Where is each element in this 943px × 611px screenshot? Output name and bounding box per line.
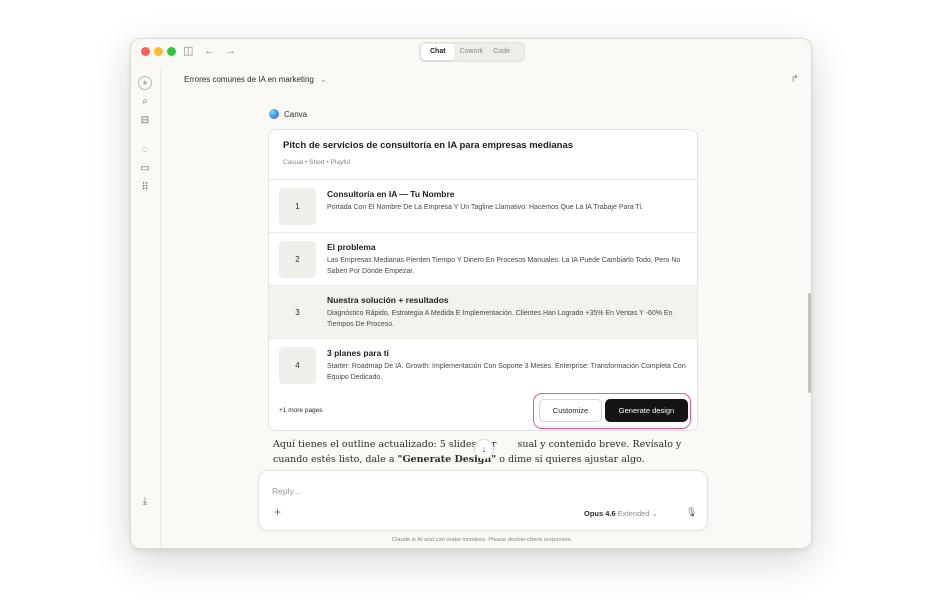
disclaimer: Claude is AI and can make mistakes. Plea… xyxy=(391,537,573,543)
tab-code[interactable]: Code xyxy=(488,44,515,60)
slide-description: Starter: Roadmap De IA. Growth: Implemen… xyxy=(327,363,686,381)
minimize-window-button[interactable] xyxy=(154,47,163,56)
model-selector[interactable]: Opus 4.6 Extended ⌄ xyxy=(584,509,658,518)
card-title: Pitch de servicios de consultoría en IA … xyxy=(283,140,574,151)
conversation-title[interactable]: Errores comunes de IA en marketing ⌄ xyxy=(184,75,327,84)
slide-number: 4 xyxy=(279,347,316,384)
card-header: Pitch de servicios de consultoría en IA … xyxy=(269,130,697,180)
forward-arrow-icon[interactable]: → xyxy=(225,44,236,58)
title-bar: ◫ ← → Chat Cowork Code xyxy=(131,39,811,67)
tool-name: Canva xyxy=(284,109,308,119)
slide-title: El problema xyxy=(327,242,376,252)
composer: Reply... + Opus 4.6 Extended ⌄ 🎙 xyxy=(258,470,708,531)
new-chat-icon[interactable]: + xyxy=(138,76,152,90)
design-outline-card: Pitch de servicios de consultoría en IA … xyxy=(268,129,698,431)
card-meta: Casual • Short • Playful xyxy=(283,159,351,166)
customize-button[interactable]: Customize xyxy=(539,399,602,422)
scroll-down-button[interactable]: ↓ xyxy=(474,439,494,459)
slide-item[interactable]: 2 El problema Las Empresas Medianas Pier… xyxy=(269,233,697,286)
message-text-1: Aquí tienes el outline actualizado: 5 sl… xyxy=(273,439,497,450)
briefcase-icon[interactable]: ⊟ xyxy=(138,114,152,128)
more-pages-label: +1 more pages xyxy=(279,407,323,414)
maximize-window-button[interactable] xyxy=(167,47,176,56)
chat-search-icon[interactable]: ◌ xyxy=(138,143,152,157)
slide-title: Nuestra solución + resultados xyxy=(327,295,449,305)
chevron-down-icon: ⌄ xyxy=(649,509,658,518)
model-name: Opus 4.6 xyxy=(584,509,616,518)
mode-switcher: Chat Cowork Code xyxy=(419,42,525,62)
slide-number: 1 xyxy=(279,188,316,225)
tab-cowork[interactable]: Cowork xyxy=(455,44,489,60)
canva-logo-icon xyxy=(269,109,279,119)
card-footer: +1 more pages Customize Generate design xyxy=(269,392,697,430)
slide-title: Consultoría en IA — Tu Nombre xyxy=(327,189,455,199)
apps-icon[interactable]: ⠿ xyxy=(138,181,152,195)
slide-title: 3 planes para ti xyxy=(327,348,389,358)
scrollbar[interactable] xyxy=(808,293,811,393)
conversation-title-text: Errores comunes de IA en marketing xyxy=(184,75,314,84)
generate-design-button[interactable]: Generate design xyxy=(605,399,688,422)
sidebar-toggle-icon[interactable]: ◫ xyxy=(183,44,193,58)
slide-number: 2 xyxy=(279,241,316,278)
add-attachment-icon[interactable]: + xyxy=(274,505,281,519)
download-icon[interactable]: ⤓ xyxy=(138,495,152,509)
reply-input[interactable]: Reply... xyxy=(272,486,300,496)
app-window: ◫ ← → Chat Cowork Code + ⌕ ⊟ ◌ ▭ ⠿ ⤓ W E… xyxy=(130,38,812,549)
close-window-button[interactable] xyxy=(141,47,150,56)
model-mode: Extended xyxy=(617,509,650,518)
slide-number: 3 xyxy=(295,308,300,317)
microphone-icon[interactable]: 🎙 xyxy=(686,507,697,518)
slide-description: Portada Con El Nombre De La Empresa Y Un… xyxy=(327,204,643,211)
tool-tag: Canva xyxy=(269,109,307,119)
slide-description: Las Empresas Medianas Pierden Tiempo Y D… xyxy=(327,257,681,275)
slide-item[interactable]: 4 3 planes para ti Starter: Roadmap De I… xyxy=(269,339,697,392)
tab-chat[interactable]: Chat xyxy=(421,44,455,60)
back-arrow-icon[interactable]: ← xyxy=(204,44,215,58)
slide-item[interactable]: 3 Nuestra solución + resultados Diagnóst… xyxy=(269,286,697,339)
share-icon[interactable]: ↱ xyxy=(791,74,799,85)
chevron-down-icon: ⌄ xyxy=(319,75,327,84)
slide-description: Diagnóstico Rápido, Estrategia A Medida … xyxy=(327,310,673,328)
slide-item[interactable]: 1 Consultoría en IA — Tu Nombre Portada … xyxy=(269,180,697,233)
left-rail: + ⌕ ⊟ ◌ ▭ ⠿ ⤓ W xyxy=(131,67,161,548)
search-icon[interactable]: ⌕ xyxy=(138,95,152,109)
message-text-3: o dime si quieres ajustar algo. xyxy=(496,454,645,465)
folder-icon[interactable]: ▭ xyxy=(138,162,152,176)
